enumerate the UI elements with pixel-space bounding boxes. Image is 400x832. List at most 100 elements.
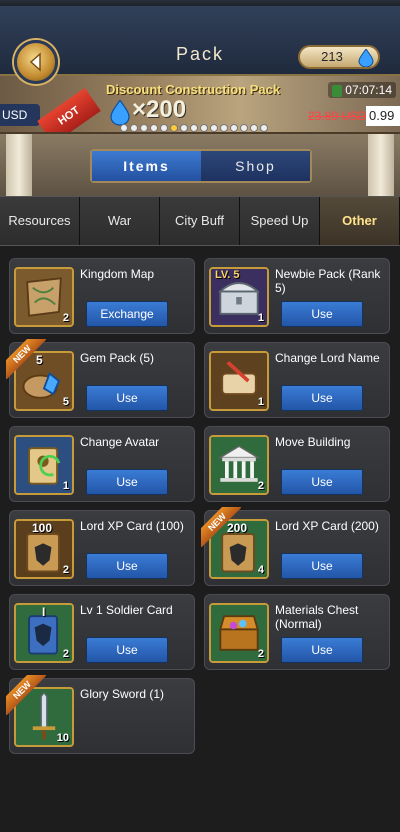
use-button[interactable]: Use [86, 469, 168, 495]
new-badge-text: NEW [6, 339, 46, 379]
carousel-dot[interactable] [150, 124, 158, 132]
gem-count: 213 [321, 49, 343, 64]
carousel-dot-active[interactable] [170, 124, 178, 132]
tab-resources[interactable]: Resources [0, 197, 80, 245]
new-badge: NEW [201, 507, 241, 547]
page-title: Pack [175, 44, 225, 64]
item-name: Newbie Pack (Rank 5) [275, 267, 381, 295]
tab-speed-up[interactable]: Speed Up [240, 197, 320, 245]
pillar-decoration [6, 134, 32, 196]
item-card: 1 Change Avatar Use [9, 426, 195, 502]
banner-title: Discount Construction Pack [106, 82, 281, 97]
carousel-dot[interactable] [230, 124, 238, 132]
new-badge: NEW [6, 675, 46, 715]
carousel-dot[interactable] [260, 124, 268, 132]
carousel-dot[interactable] [210, 124, 218, 132]
item-quantity: 2 [62, 648, 69, 660]
item-quantity: 5 [62, 396, 69, 408]
carousel-dot[interactable] [160, 124, 168, 132]
tab-war[interactable]: War [80, 197, 160, 245]
item-card: 2 Kingdom Map Exchange [9, 258, 195, 334]
use-button[interactable]: Use [281, 385, 363, 411]
item-card: 2 Move Building Use [204, 426, 390, 502]
gem-balance[interactable]: 213 [298, 45, 380, 69]
carousel-dot[interactable] [220, 124, 228, 132]
gem-icon [358, 49, 374, 67]
countdown-timer: 07:07:14 [328, 82, 396, 98]
item-name: Lord XP Card (200) [275, 519, 379, 533]
new-badge-text: NEW [201, 507, 241, 547]
item-quantity: 2 [62, 564, 69, 576]
item-card: 200 4 NEW Lord XP Card (200) Use [201, 507, 390, 586]
carousel-dot[interactable] [190, 124, 198, 132]
new-badge: NEW [6, 339, 46, 379]
buy-price-button[interactable]: 0.99 [366, 106, 400, 126]
item-thumbnail[interactable]: 2 [209, 435, 269, 495]
old-price: 23.89 USD [308, 109, 367, 123]
banner-amount: ×200 [132, 96, 187, 123]
items-grid: 2 Kingdom Map Exchange LV. 5 1 Newbie Pa… [0, 246, 400, 832]
item-quantity: 1 [257, 312, 264, 324]
item-thumbnail[interactable]: 100 2 [14, 519, 74, 579]
timer-icon [332, 84, 343, 97]
item-thumbnail[interactable]: 2 [209, 603, 269, 663]
header-bar: Pack 213 [0, 0, 400, 76]
item-card: LV. 5 1 Newbie Pack (Rank 5) Use [204, 258, 390, 334]
item-card: 2 Materials Chest (Normal) Use [204, 594, 390, 670]
use-button[interactable]: Use [281, 553, 363, 579]
level-badge: LV. 5 [215, 269, 240, 281]
carousel-dot[interactable] [200, 124, 208, 132]
carousel-dot[interactable] [140, 124, 148, 132]
item-name: Glory Sword (1) [80, 687, 165, 701]
carousel-dot[interactable] [120, 124, 128, 132]
item-name: Move Building [275, 435, 351, 449]
item-quantity: 2 [257, 648, 264, 660]
item-card: 5 5 NEW Gem Pack (5) Use [6, 339, 195, 418]
xp-value-badge: 100 [32, 521, 53, 535]
rank-badge: I [42, 605, 46, 619]
carousel-dot[interactable] [240, 124, 248, 132]
item-card: 10 NEW Glory Sword (1) [6, 675, 195, 754]
item-thumbnail[interactable]: 2 [14, 267, 74, 327]
use-button[interactable]: Use [86, 637, 168, 663]
item-quantity: 10 [56, 732, 69, 744]
use-button[interactable]: Use [86, 553, 168, 579]
category-tabs: Resources War City Buff Speed Up Other [0, 196, 400, 246]
carousel-dot[interactable] [130, 124, 138, 132]
use-button[interactable]: Use [86, 385, 168, 411]
item-name: Gem Pack (5) [80, 351, 155, 365]
use-button[interactable]: Use [281, 469, 363, 495]
item-card: I 2 Lv 1 Soldier Card Use [9, 594, 195, 670]
item-name: Materials Chest (Normal) [275, 603, 359, 631]
use-button[interactable]: Use [281, 301, 363, 327]
exchange-button[interactable]: Exchange [86, 301, 168, 327]
item-card: 1 Change Lord Name Use [204, 342, 390, 418]
tab-other[interactable]: Other [320, 197, 400, 245]
carousel-dot[interactable] [250, 124, 258, 132]
items-shop-toggle: Items Shop [90, 149, 312, 183]
prev-price-label: USD [0, 104, 40, 126]
hot-badge: HOT [37, 87, 101, 132]
pillar-decoration [368, 134, 394, 196]
item-name: Kingdom Map [80, 267, 155, 281]
tab-city-buff[interactable]: City Buff [160, 197, 240, 245]
back-button[interactable] [14, 40, 58, 84]
tab-shop[interactable]: Shop [201, 151, 310, 181]
item-thumbnail[interactable]: 1 [209, 351, 269, 411]
item-thumbnail[interactable]: I 2 [14, 603, 74, 663]
timer-text: 07:07:14 [345, 83, 392, 97]
promo-banner[interactable]: USD HOT Discount Construction Pack ×200 … [0, 76, 400, 134]
item-thumbnail[interactable]: 1 [14, 435, 74, 495]
item-card: 100 2 Lord XP Card (100) Use [9, 510, 195, 586]
tab-items[interactable]: Items [92, 151, 201, 181]
item-thumbnail[interactable]: LV. 5 1 [209, 267, 269, 327]
item-quantity: 1 [257, 396, 264, 408]
item-name: Lord XP Card (100) [80, 519, 184, 533]
item-quantity: 2 [257, 480, 264, 492]
use-button[interactable]: Use [281, 637, 363, 663]
gem-icon [110, 100, 130, 126]
new-badge-text: NEW [6, 675, 46, 715]
item-quantity: 2 [62, 312, 69, 324]
item-name: Change Lord Name [275, 351, 380, 365]
carousel-dot[interactable] [180, 124, 188, 132]
